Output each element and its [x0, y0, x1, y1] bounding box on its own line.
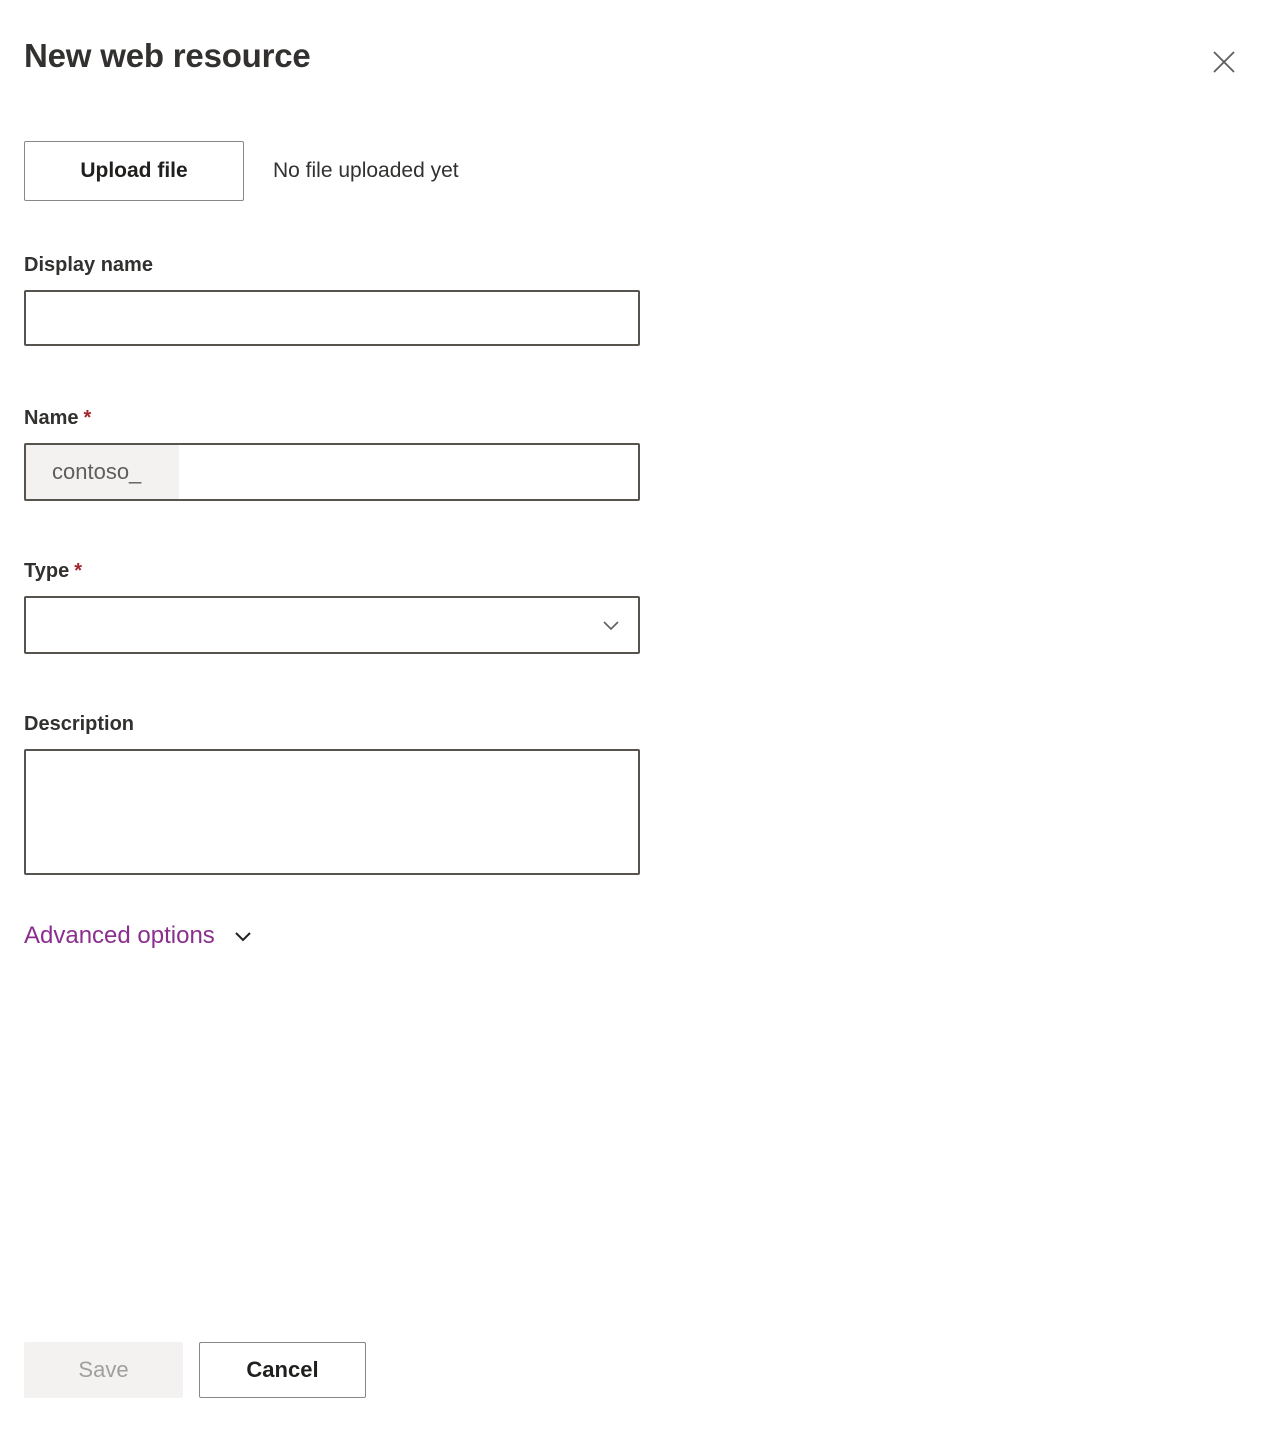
advanced-options-toggle[interactable]: Advanced options — [24, 920, 257, 952]
type-label-text: Type — [24, 560, 70, 582]
upload-file-button[interactable]: Upload file — [24, 141, 244, 201]
field-display-name: Display name — [24, 252, 640, 346]
footer-actions: Save Cancel — [24, 1342, 366, 1398]
type-required-asterisk: * — [74, 560, 82, 582]
chevron-down-icon — [229, 922, 257, 950]
field-type: Type * — [24, 558, 640, 654]
type-dropdown[interactable] — [24, 596, 640, 654]
description-textarea[interactable] — [24, 749, 640, 875]
name-required-asterisk: * — [83, 407, 92, 429]
close-icon — [1208, 46, 1240, 78]
new-web-resource-panel: New web resource Upload file No file upl… — [0, 0, 1270, 1430]
cancel-button[interactable]: Cancel — [199, 1342, 366, 1398]
save-button[interactable]: Save — [24, 1342, 183, 1398]
panel-header: New web resource — [24, 34, 1246, 94]
name-input[interactable] — [179, 445, 638, 499]
advanced-options-label: Advanced options — [24, 922, 215, 949]
field-description: Description — [24, 711, 640, 880]
upload-row: Upload file No file uploaded yet — [24, 141, 459, 201]
page-title: New web resource — [24, 37, 311, 74]
name-label: Name * — [24, 405, 640, 431]
chevron-down-icon — [592, 610, 638, 640]
field-name: Name * contoso_ — [24, 405, 640, 501]
name-prefix-label: contoso_ — [26, 445, 179, 499]
type-label: Type * — [24, 558, 640, 584]
name-label-text: Name — [24, 407, 79, 429]
upload-status-text: No file uploaded yet — [273, 159, 459, 182]
description-label: Description — [24, 713, 135, 735]
display-name-label: Display name — [24, 254, 153, 276]
name-input-wrapper: contoso_ — [24, 443, 640, 501]
close-button[interactable] — [1202, 40, 1246, 84]
display-name-input[interactable] — [24, 290, 640, 346]
